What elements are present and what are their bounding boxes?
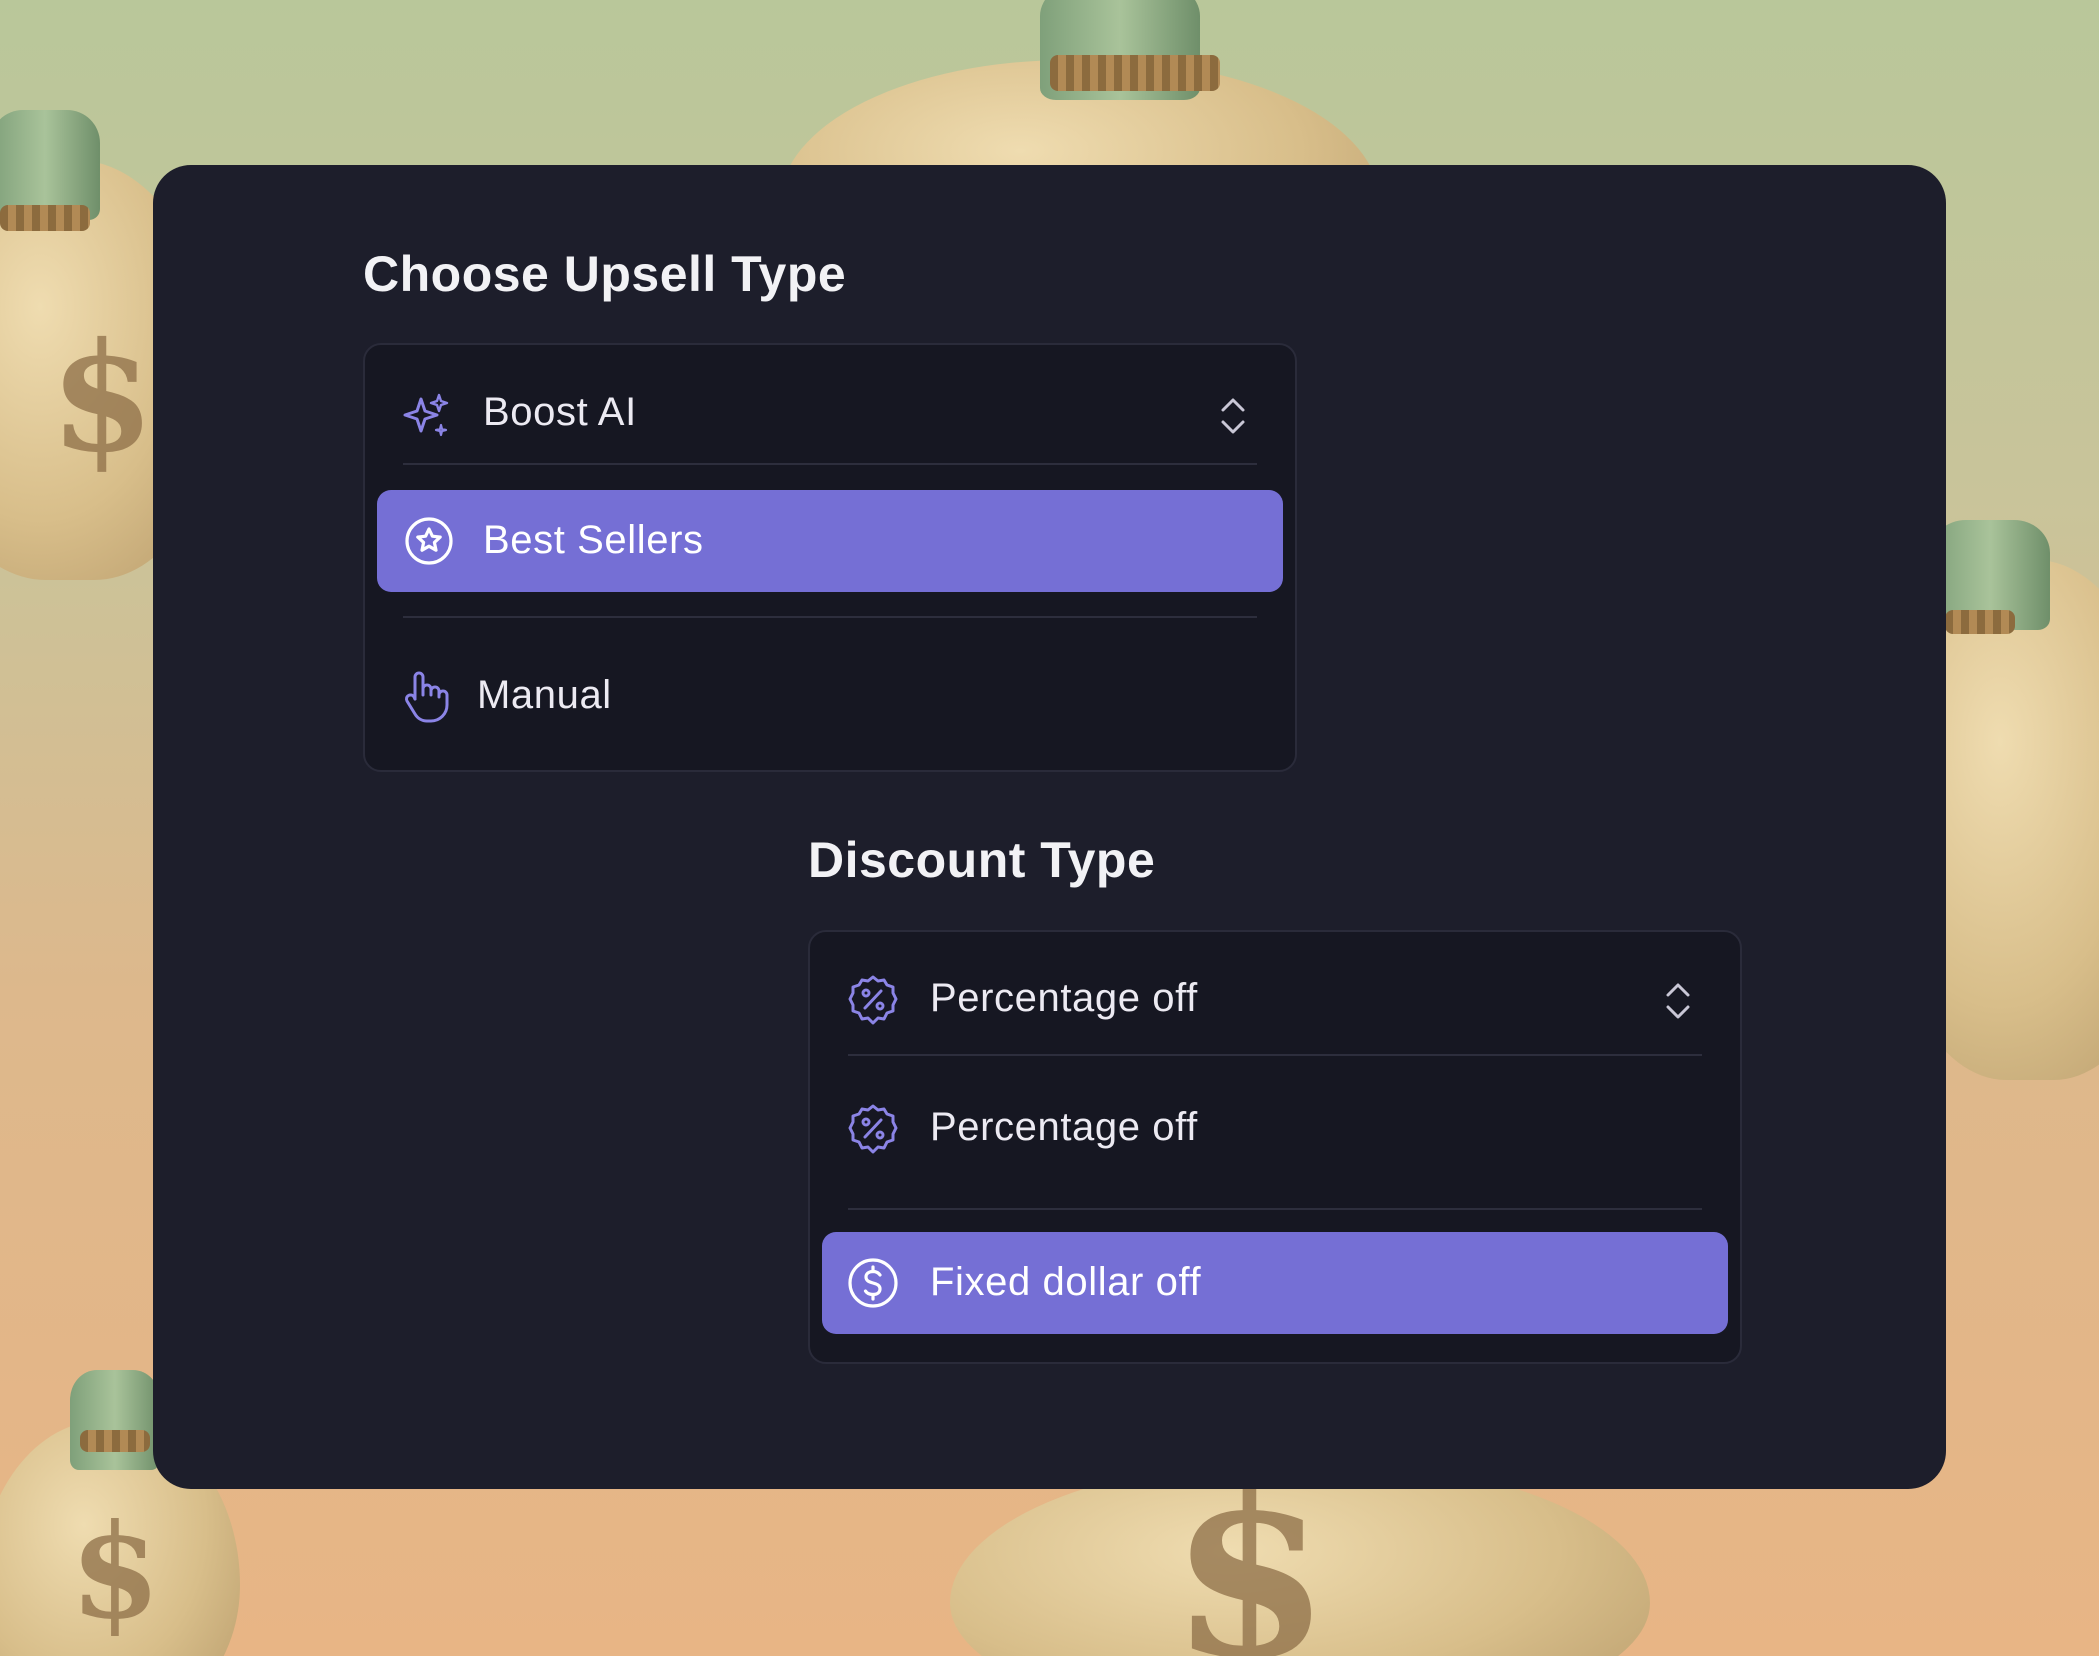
upsell-option-manual[interactable]: Manual (365, 635, 1295, 755)
upsell-option-best-sellers[interactable]: Best Sellers (377, 490, 1283, 592)
discount-option-percentage-off[interactable]: Percentage off (810, 944, 1740, 1054)
upsell-option-boost-ai[interactable]: Boost AI (365, 363, 1295, 463)
discount-option-label: Percentage off (930, 1105, 1198, 1149)
percent-badge-icon (846, 1102, 900, 1156)
pointer-hand-icon (401, 669, 451, 725)
upsell-settings-card: Choose Upsell Type Boost AI Best Sellers… (153, 165, 1946, 1489)
discount-type-title: Discount Type (808, 832, 1156, 888)
dollar-circle-icon (846, 1256, 900, 1310)
divider (848, 1054, 1702, 1056)
discount-type-dropdown: Percentage off Percentage off Fixed doll… (808, 930, 1742, 1364)
upsell-option-label: Best Sellers (483, 518, 704, 562)
discount-option-label: Fixed dollar off (930, 1260, 1202, 1304)
star-circle-icon (403, 515, 455, 567)
upsell-option-label: Manual (477, 673, 612, 717)
divider (403, 616, 1257, 618)
chevron-up-down-icon[interactable] (1217, 395, 1249, 442)
chevron-up-down-icon[interactable] (1662, 980, 1694, 1027)
discount-option-label: Percentage off (930, 976, 1198, 1020)
upsell-option-label: Boost AI (483, 390, 637, 434)
discount-option-percentage-off[interactable]: Percentage off (810, 1074, 1740, 1184)
divider (403, 463, 1257, 465)
upsell-type-title: Choose Upsell Type (363, 246, 847, 302)
divider (848, 1208, 1702, 1210)
upsell-type-dropdown: Boost AI Best Sellers Manual (363, 343, 1297, 772)
discount-option-fixed-dollar-off[interactable]: Fixed dollar off (822, 1232, 1728, 1334)
sparkles-icon (401, 391, 451, 441)
percent-badge-icon (846, 973, 900, 1027)
